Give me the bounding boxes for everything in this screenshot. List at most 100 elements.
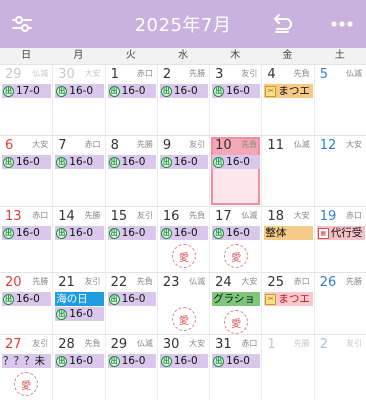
event-chip[interactable]: 出 16-0 [212,84,261,98]
day-cell[interactable]: 30 大安出 16-0 [52,65,104,135]
day-number: 2 [162,67,172,82]
day-cell[interactable]: 29 仏滅出 17-0 [0,65,52,135]
event-chip[interactable]: 出 16-0 [212,155,261,169]
work-shift-icon: 出 [56,156,68,168]
day-cell[interactable]: 14 先勝出 16-0 [52,207,104,272]
day-number: 27 [5,337,22,352]
event-chip[interactable]: 整体 [264,226,313,240]
work-shift-icon: 出 [160,355,172,367]
day-cell[interactable]: 22 先負出 16-0 [104,273,157,334]
event-chip[interactable]: 出 16-0 [107,354,156,368]
love-stamp-icon: 愛 [224,244,249,268]
event-chip[interactable]: 出 16-0 [2,292,52,306]
day-cell[interactable]: 25 赤口 ✂ まつエ [261,273,313,334]
event-chip[interactable]: 出 16-0 [55,226,104,240]
event-chip[interactable]: ✂ まつエ [264,292,313,306]
day-cell[interactable]: 1 赤口出 16-0 [104,65,157,135]
day-cell[interactable]: 23 仏滅愛 [156,273,209,334]
rokuyo-label: 大安 [345,140,362,149]
day-cell[interactable]: 12 大安 [313,136,366,206]
day-number: 7 [58,138,67,153]
love-stamp-icon: 愛 [14,372,39,396]
event-chip[interactable]: 海の日 [55,292,104,306]
day-cell[interactable]: 17 仏滅出 16-0 愛 [209,207,261,272]
event-chip[interactable]: 出 16-0 [159,226,209,240]
event-chip[interactable]: 出 16-0 [2,226,52,240]
day-cell[interactable]: 5 仏滅 [313,65,366,135]
calendar-grid: 29 仏滅出 17-0 30 大安出 16-0 1 赤口出 16-0 2 先勝出 16-0 3 友引出 16… [0,64,366,400]
work-shift-icon: 出 [213,227,225,239]
event-title: 16-0 [121,355,146,367]
event-chip[interactable]: 出 16-0 [107,84,156,98]
day-cell[interactable]: 4 先負 ✂ まつエ [261,65,313,135]
day-cell[interactable]: 19 赤口 ▦ 代行受 [313,207,366,272]
day-cell[interactable]: 2 友引 [313,335,366,400]
event-chip[interactable]: 出 16-0 [159,155,209,169]
day-cell[interactable]: 18 大安 整体 [261,207,313,272]
event-chip[interactable]: ？？？未 [2,354,52,368]
event-chip[interactable]: 出 16-0 [159,84,209,98]
day-cell[interactable]: 29 仏滅出 16-0 [104,335,157,400]
rokuyo-label: 赤口 [84,140,101,149]
event-chip[interactable]: 出 16-0 [55,84,104,98]
day-cell[interactable]: 31 赤口出 16-0 [209,335,261,400]
day-cell[interactable]: 15 友引出 16-0 [104,207,157,272]
day-cell[interactable]: 28 先負出 16-0 [52,335,104,400]
day-cell[interactable]: 13 赤口出 16-0 [0,207,52,272]
calendar-header: 2025年7月 [0,0,366,48]
weekday-sat: 土 [334,50,345,61]
work-shift-icon: 出 [3,85,14,97]
event-chip[interactable]: 出 16-0 [212,226,261,240]
event-chip[interactable]: 出 16-0 [212,354,261,368]
day-number: 17 [215,209,232,224]
event-chip[interactable]: 出 16-0 [55,155,104,169]
day-cell[interactable]: 6 大安出 16-0 [0,136,52,206]
day-cell[interactable]: 9 友引出 16-0 [156,136,209,206]
love-stamp-icon: 愛 [171,307,196,331]
event-chip[interactable]: 出 16-0 [2,155,52,169]
day-cell[interactable]: 1 先勝 [261,335,313,400]
event-chip[interactable]: 出 16-0 [107,292,156,306]
undo-icon[interactable] [266,8,298,40]
day-cell[interactable]: 24 大安 グラショ愛 [209,273,261,334]
event-title: 16-0 [226,355,250,367]
weekday-tue: 火 [125,50,136,61]
day-cell[interactable]: 8 先勝出 16-0 [104,136,157,206]
event-chip[interactable]: グラショ [212,292,261,306]
day-cell[interactable]: 21 友引 海の日出 16-0 [52,273,104,334]
calendar-week-row: 6 大安出 16-0 7 赤口出 16-0 8 先勝出 16-0 9 友引出 16-0 10 先負出 16-… [0,135,366,206]
event-title: 16-0 [173,355,198,367]
sliders-icon[interactable] [6,8,38,40]
day-cell[interactable]: 11 仏滅 [261,136,313,206]
event-chip[interactable]: 出 17-0 [2,84,52,98]
calendar-week-row: 27 友引 ？？？未愛 28 先負出 16-0 29 仏滅出 16-0 30 大安出 16-0 31 赤口… [0,334,366,400]
event-title: 16-0 [121,85,146,97]
day-cell[interactable]: 2 先勝出 16-0 [156,65,209,135]
day-number: 28 [58,337,75,352]
day-cell[interactable]: 16 先負出 16-0 愛 [156,207,209,272]
work-shift-icon: 出 [213,85,225,97]
event-title: 海の日 [56,293,88,305]
event-chip[interactable]: 出 16-0 [55,307,104,321]
day-number: 12 [319,138,337,153]
event-chip[interactable]: 出 16-0 [107,155,156,169]
day-cell[interactable]: 7 赤口出 16-0 [52,136,104,206]
work-shift-icon: 出 [160,227,172,239]
event-chip[interactable]: ▦ 代行受 [316,226,365,240]
day-cell[interactable]: 10 先負出 16-0 [209,136,261,206]
rokuyo-label: 友引 [84,277,101,286]
event-chip[interactable]: ✂ まつエ [264,84,313,98]
event-chip[interactable]: 出 16-0 [55,354,104,368]
day-number: 9 [162,138,172,153]
event-title: まつエ [278,85,310,97]
day-cell[interactable]: 27 友引 ？？？未愛 [0,335,52,400]
day-number: 20 [5,275,22,290]
more-dots-icon[interactable] [326,8,358,40]
event-chip[interactable]: 出 16-0 [159,354,209,368]
day-cell[interactable]: 26 先勝 [313,273,366,334]
event-chip[interactable]: 出 16-0 [107,226,156,240]
day-cell[interactable]: 20 先勝出 16-0 [0,273,52,334]
day-cell[interactable]: 30 大安出 16-0 [156,335,209,400]
month-title[interactable]: 2025年7月 [135,11,232,37]
day-cell[interactable]: 3 友引出 16-0 [209,65,261,135]
